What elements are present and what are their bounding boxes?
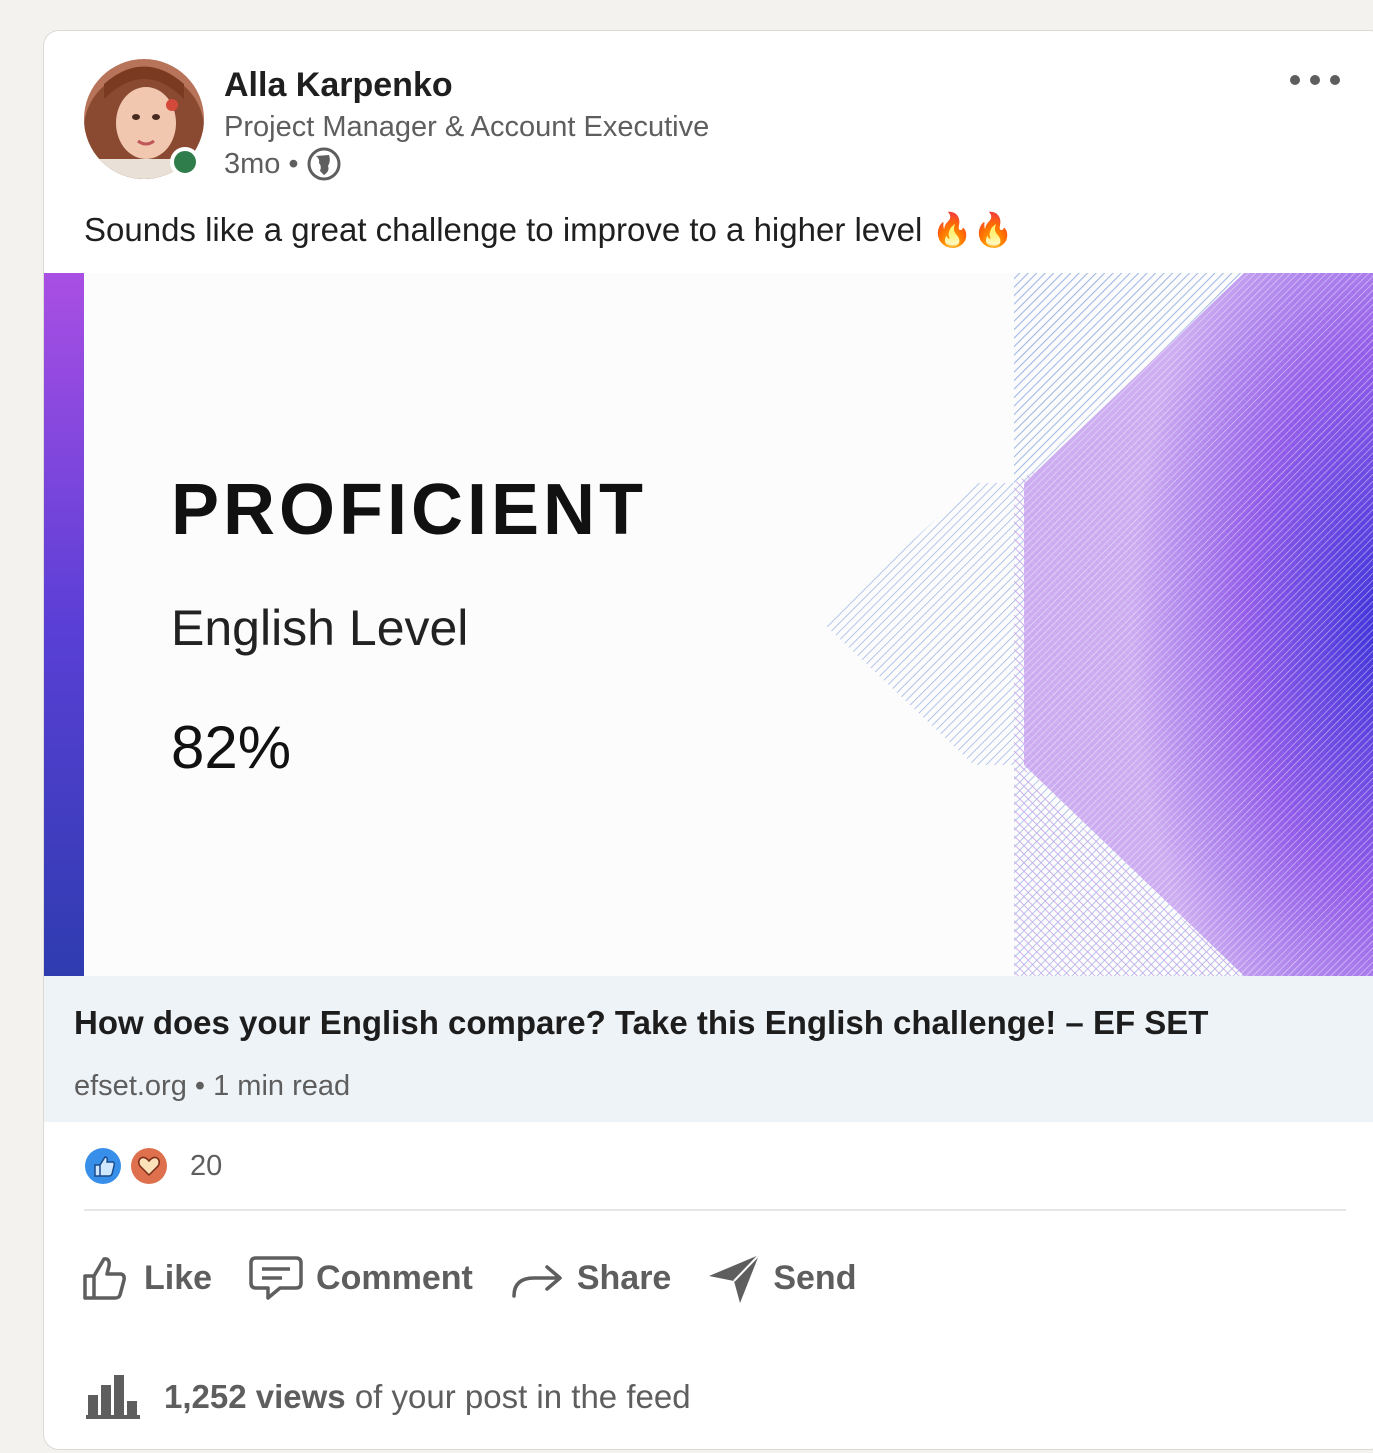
thumbs-up-icon bbox=[83, 1257, 126, 1300]
reaction-count: 20 bbox=[190, 1149, 223, 1182]
geometric-pattern-graphic bbox=[824, 273, 1373, 976]
avatar[interactable] bbox=[84, 59, 204, 179]
like-reaction-icon bbox=[85, 1148, 121, 1184]
banner-level: PROFICIENT bbox=[171, 470, 648, 550]
send-button[interactable]: Send bbox=[707, 1251, 856, 1305]
banner-percent: 82% bbox=[171, 714, 292, 781]
send-label: Send bbox=[773, 1258, 857, 1297]
comment-button[interactable]: Comment bbox=[248, 1252, 473, 1304]
online-status-indicator bbox=[170, 147, 200, 177]
link-title[interactable]: How does your English compare? Take this… bbox=[74, 1004, 1208, 1042]
post-views[interactable]: 1,252 views of your post in the feed bbox=[86, 1375, 691, 1419]
link-preview[interactable]: How does your English compare? Take this… bbox=[44, 976, 1373, 1122]
views-count: 1,252 views bbox=[164, 1378, 346, 1415]
post-meta: 3mo • bbox=[224, 147, 341, 181]
author-headline: Project Manager & Account Executive bbox=[224, 111, 710, 143]
post-actions: Like Comment Share Send bbox=[80, 1251, 892, 1305]
views-text: 1,252 views of your post in the feed bbox=[164, 1378, 691, 1416]
share-arrow-icon bbox=[512, 1265, 562, 1298]
meta-separator: • bbox=[288, 147, 299, 180]
banner-accent-bar bbox=[44, 273, 84, 976]
love-reaction-icon bbox=[131, 1148, 167, 1184]
divider bbox=[84, 1209, 1346, 1211]
link-source: efset.org • 1 min read bbox=[74, 1070, 351, 1102]
comment-icon bbox=[249, 1256, 303, 1300]
post-time: 3mo bbox=[224, 147, 281, 180]
author-name[interactable]: Alla Karpenko bbox=[224, 66, 453, 105]
feed-post-card: Alla Karpenko Project Manager & Account … bbox=[43, 30, 1373, 1450]
reactions-summary[interactable]: 20 bbox=[84, 1147, 222, 1185]
send-icon bbox=[709, 1254, 761, 1303]
banner-subtitle: English Level bbox=[171, 600, 469, 656]
globe-icon bbox=[307, 147, 341, 181]
comment-label: Comment bbox=[316, 1258, 473, 1297]
post-text: Sounds like a great challenge to improve… bbox=[84, 211, 1014, 248]
more-options-icon[interactable] bbox=[1284, 63, 1354, 97]
share-label: Share bbox=[576, 1258, 672, 1297]
like-label: Like bbox=[144, 1258, 213, 1297]
bar-chart-icon bbox=[86, 1375, 140, 1419]
shared-link-image[interactable]: PROFICIENT English Level 82% bbox=[44, 273, 1373, 976]
share-button[interactable]: Share bbox=[509, 1252, 672, 1304]
like-button[interactable]: Like bbox=[80, 1252, 212, 1304]
views-suffix: of your post in the feed bbox=[345, 1378, 691, 1415]
